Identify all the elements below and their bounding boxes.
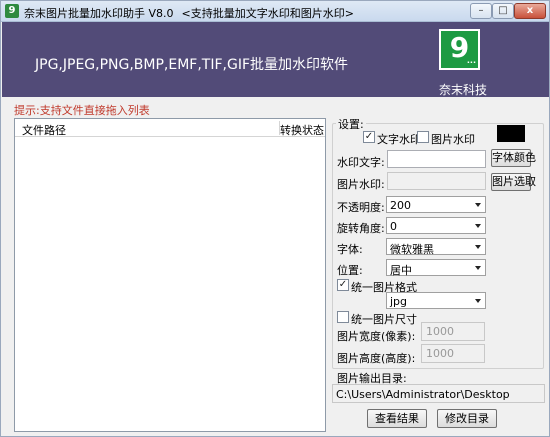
text-watermark-label[interactable]: 文字水印 — [377, 131, 421, 147]
image-watermark-checkbox[interactable] — [417, 131, 429, 143]
image-height-value: 1000 — [426, 347, 454, 360]
position-value: 居中 — [390, 264, 412, 277]
image-watermark-path-label: 图片水印: — [337, 178, 385, 191]
rotation-select[interactable]: 0 — [386, 217, 486, 234]
output-dir-path: C:\Users\Administrator\Desktop — [336, 388, 510, 401]
watermark-text-input[interactable] — [387, 150, 486, 168]
banner-headline: JPG,JPEG,PNG,BMP,EMF,TIF,GIF批量加水印软件 — [35, 57, 349, 73]
brand-name: 奈末科技 — [439, 83, 488, 97]
title-bar: 9 奈末图片批量加水印助手 V8.0 <支持批量加文字水印和图片水印> – □ x — [1, 1, 549, 22]
chevron-down-icon — [475, 224, 481, 228]
image-select-button[interactable]: 图片选取 — [491, 173, 536, 191]
position-label: 位置: — [337, 264, 363, 277]
chevron-down-icon — [475, 266, 481, 270]
font-color-button[interactable]: 字体颜色 — [491, 149, 536, 167]
text-watermark-checkbox[interactable]: ✓ — [363, 131, 375, 143]
output-dir-field[interactable]: C:\Users\Administrator\Desktop — [332, 384, 545, 403]
opacity-value: 200 — [390, 199, 411, 212]
opacity-select[interactable]: 200 — [386, 196, 486, 213]
unify-format-checkbox[interactable]: ✓ — [337, 279, 349, 291]
window-title: 奈末图片批量加水印助手 V8.0 <支持批量加文字水印和图片水印> — [24, 5, 354, 21]
chevron-down-icon — [475, 203, 481, 207]
close-button[interactable]: x — [514, 3, 546, 19]
font-select[interactable]: 微软雅黑 — [386, 238, 486, 256]
column-convert-status[interactable]: 转换状态 — [280, 122, 324, 138]
image-width-input[interactable]: 1000 — [421, 322, 485, 341]
opacity-label: 不透明度: — [337, 201, 385, 214]
rotation-label: 旋转角度: — [337, 222, 385, 235]
change-directory-button[interactable]: 修改目录 — [437, 409, 497, 428]
unify-size-checkbox[interactable] — [337, 311, 349, 323]
window-title-main: 奈末图片批量加水印助手 V8.0 — [24, 7, 174, 20]
file-list-header: 文件路径 转换状态 — [15, 119, 325, 137]
image-watermark-path-input[interactable] — [387, 172, 486, 190]
unify-size-label[interactable]: 统一图片尺寸 — [351, 311, 417, 327]
chevron-down-icon — [475, 299, 481, 303]
maximize-button[interactable]: □ — [492, 3, 514, 19]
brand-logo: 9 ... — [439, 29, 480, 70]
image-watermark-label[interactable]: 图片水印 — [431, 131, 475, 147]
chevron-down-icon — [475, 245, 481, 249]
font-label: 字体: — [337, 243, 363, 256]
image-width-value: 1000 — [426, 325, 454, 338]
rotation-value: 0 — [390, 220, 397, 233]
format-select[interactable]: jpg — [386, 292, 486, 309]
settings-group-label: 设置: — [336, 116, 366, 132]
logo-dots: ... — [466, 56, 476, 65]
image-height-input[interactable]: 1000 — [421, 344, 485, 363]
drag-drop-hint: 提示:支持文件直接拖入列表 — [14, 104, 150, 117]
minimize-button[interactable]: – — [470, 3, 492, 19]
font-value: 微软雅黑 — [390, 243, 434, 256]
position-select[interactable]: 居中 — [386, 259, 486, 277]
image-width-label: 图片宽度(像素): — [337, 330, 416, 343]
app-icon: 9 — [5, 4, 19, 18]
logo-mark: 9 ... — [441, 31, 478, 68]
window-title-subtitle: <支持批量加文字水印和图片水印> — [181, 7, 354, 20]
format-value: jpg — [390, 295, 408, 308]
main-window: 9 奈末图片批量加水印助手 V8.0 <支持批量加文字水印和图片水印> – □ x… — [0, 0, 550, 437]
header-banner: JPG,JPEG,PNG,BMP,EMF,TIF,GIF批量加水印软件 9 ..… — [2, 22, 549, 97]
view-results-button[interactable]: 查看结果 — [367, 409, 427, 428]
column-file-path[interactable]: 文件路径 — [22, 122, 66, 138]
watermark-text-label: 水印文字: — [337, 156, 385, 169]
font-color-swatch — [497, 125, 525, 142]
file-list[interactable]: 文件路径 转换状态 — [14, 118, 326, 432]
image-height-label: 图片高度(高度): — [337, 352, 416, 365]
